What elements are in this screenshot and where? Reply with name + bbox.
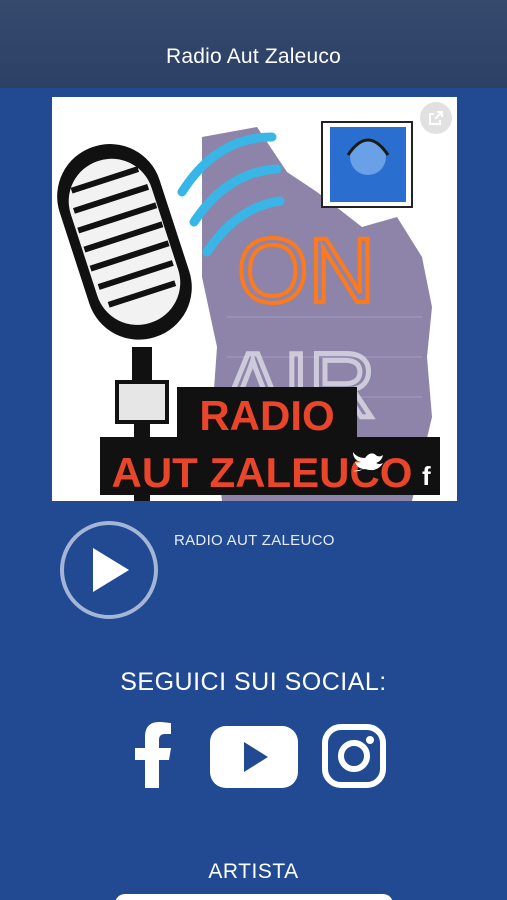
page-title: Radio Aut Zaleuco (165, 45, 341, 68)
social-links (0, 722, 507, 792)
youtube-icon[interactable] (210, 726, 298, 788)
facebook-icon[interactable] (133, 722, 173, 788)
social-title: SEGUICI SUI SOCIAL: (120, 668, 387, 696)
artist-label: ARTISTA (208, 860, 299, 883)
share-icon (429, 111, 443, 125)
play-button[interactable] (60, 521, 158, 619)
share-button[interactable] (420, 102, 452, 134)
station-label: RADIO AUT ZALEUCO (174, 532, 335, 549)
instagram-icon[interactable] (322, 724, 386, 788)
play-icon (93, 548, 129, 592)
on-neon-text: ON (237, 220, 375, 322)
station-artwork: ON AIR RADIO AUT ZALEUCO f (52, 97, 457, 501)
artist-field (115, 894, 393, 900)
app-header: Radio Aut Zaleuco (0, 0, 507, 88)
banner-line1: RADIO (199, 392, 334, 439)
facebook-mark-icon: f (422, 461, 431, 491)
